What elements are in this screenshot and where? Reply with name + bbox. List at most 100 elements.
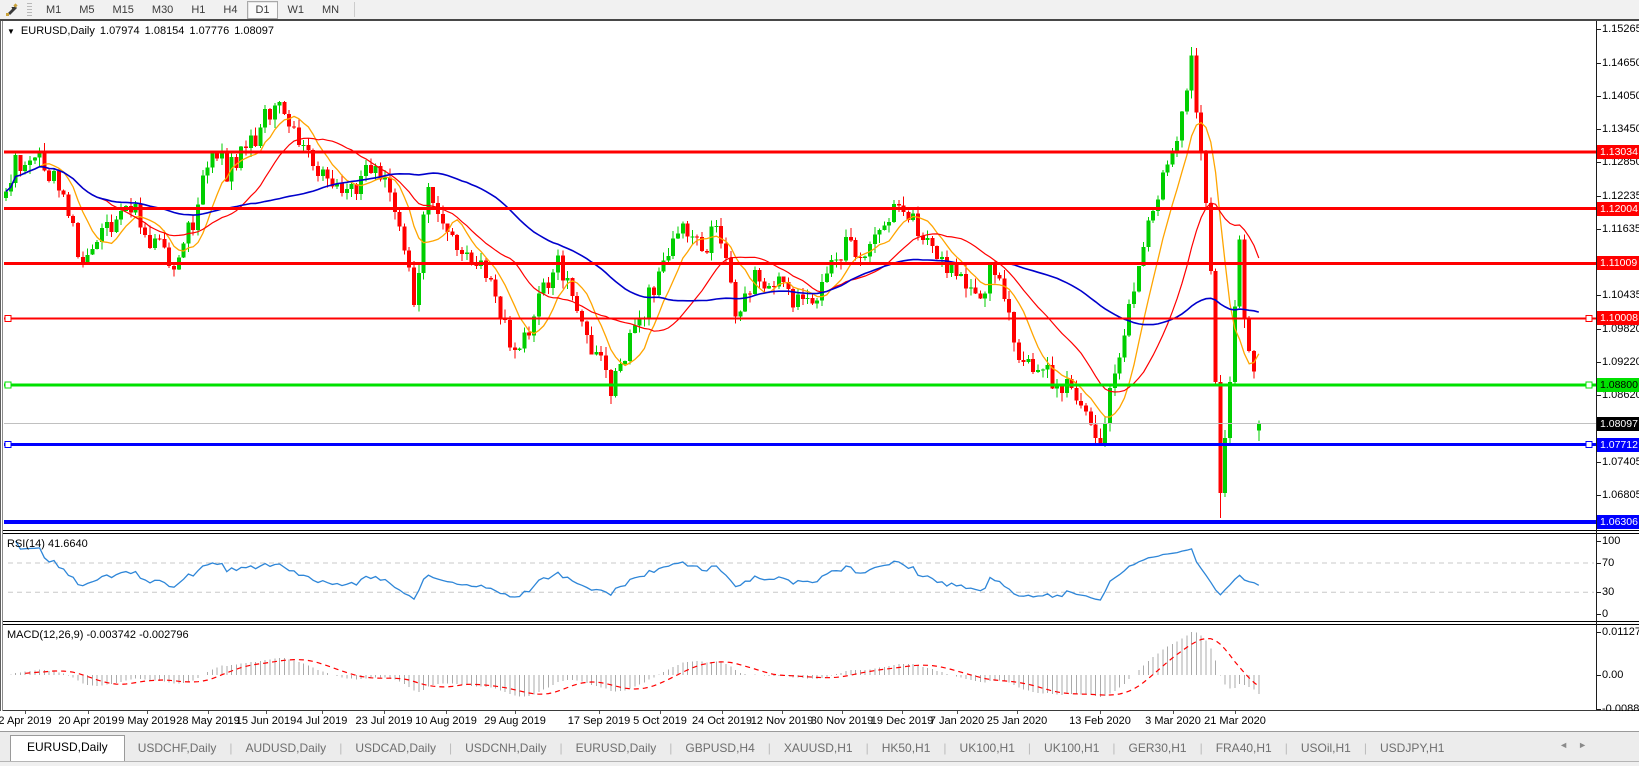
line-handle[interactable]	[5, 382, 11, 388]
candle-body	[1209, 203, 1213, 271]
chart-tab-hk50-h1[interactable]: HK50,H1	[869, 736, 944, 761]
chart-tab-usdcnh-daily[interactable]: USDCNH,Daily	[452, 736, 559, 761]
candle-body	[1228, 382, 1232, 438]
candle-body	[1199, 113, 1203, 154]
candle-body	[930, 238, 934, 246]
candle-body	[316, 166, 320, 176]
timeframe-button-d1[interactable]: D1	[247, 1, 277, 19]
collapse-arrow-icon[interactable]: ▼	[7, 27, 15, 36]
timeframe-button-h1[interactable]: H1	[183, 1, 213, 19]
time-axis-label: 19 Dec 2019	[871, 715, 933, 727]
panel-separator-macd[interactable]	[0, 621, 1639, 625]
candle-body	[969, 287, 973, 288]
price-level-badge: 1.13034	[1597, 145, 1639, 159]
price-axis-label: 1.14650	[1602, 57, 1639, 69]
time-axis-label: 4 Jul 2019	[297, 715, 348, 727]
candle-body	[690, 236, 694, 237]
timeframe-button-m1[interactable]: M1	[38, 1, 69, 19]
rsi-axis-tick	[1596, 541, 1601, 542]
timeframe-button-h4[interactable]: H4	[215, 1, 245, 19]
candle-body	[772, 286, 776, 287]
timeframe-button-m5[interactable]: M5	[71, 1, 102, 19]
candle-body	[940, 257, 944, 259]
macd-signal-line	[25, 639, 1259, 696]
timeframe-button-w1[interactable]: W1	[280, 1, 313, 19]
chart-tab-xauusd-h1[interactable]: XAUUSD,H1	[771, 736, 866, 761]
line-handle[interactable]	[1586, 382, 1592, 388]
timeframe-button-m30[interactable]: M30	[144, 1, 181, 19]
candle-body	[926, 238, 930, 240]
timeframe-button-m15[interactable]: M15	[105, 1, 142, 19]
line-handle[interactable]	[5, 442, 11, 448]
candle-body	[954, 265, 958, 276]
tab-scroll-arrows: ◄►	[1559, 740, 1597, 750]
time-axis[interactable]: 2 Apr 201920 Apr 20199 May 201928 May 20…	[0, 711, 1639, 731]
candle-body	[1079, 401, 1083, 406]
chart-title: ▼EURUSD,Daily1.079741.081541.077761.0809…	[7, 25, 274, 37]
candle-body	[412, 267, 416, 305]
price-axis-label: 1.11635	[1602, 223, 1639, 235]
price-axis-tick	[1596, 96, 1601, 97]
candle-body	[206, 168, 210, 176]
chart-tab-uk100-h1[interactable]: UK100,H1	[1031, 736, 1112, 761]
price-axis-tick	[1596, 295, 1601, 296]
candle-body	[782, 276, 786, 282]
chart-tab-usdjpy-h1[interactable]: USDJPY,H1	[1367, 736, 1457, 761]
candle-body	[326, 170, 330, 179]
line-handle[interactable]	[5, 315, 11, 321]
candle-body	[508, 320, 512, 348]
rsi-line	[16, 541, 1259, 600]
candle-body	[710, 227, 714, 253]
tab-scroll-left-icon[interactable]: ◄	[1559, 740, 1578, 750]
candle-body	[887, 222, 891, 225]
chart-tab-usdcad-daily[interactable]: USDCAD,Daily	[342, 736, 449, 761]
chart-tab-uk100-h1[interactable]: UK100,H1	[947, 736, 1028, 761]
candle-body	[114, 219, 118, 232]
candle-body	[513, 348, 517, 350]
price-axis-tick	[1596, 29, 1601, 30]
candle-wick	[1023, 351, 1024, 366]
panel-separator-rsi[interactable]	[0, 530, 1639, 534]
candle-body	[1118, 358, 1122, 374]
macd-indicator-canvas[interactable]	[2, 625, 1596, 710]
candle-body	[628, 333, 632, 361]
time-axis-label: 20 Apr 2019	[58, 715, 117, 727]
chart-tab-fra40-h1[interactable]: FRA40,H1	[1203, 736, 1285, 761]
candle-body	[95, 242, 99, 249]
draw-tool-button[interactable]: ▼	[0, 6, 21, 13]
candle-body	[1214, 271, 1218, 382]
candle-body	[993, 264, 997, 275]
chart-tab-eurusd-daily[interactable]: EURUSD,Daily	[10, 735, 125, 762]
candle-body	[758, 270, 762, 282]
candle-body	[978, 294, 982, 299]
line-handle[interactable]	[1586, 315, 1592, 321]
chart-tab-ger30-h1[interactable]: GER30,H1	[1116, 736, 1200, 761]
timeframe-button-mn[interactable]: MN	[314, 1, 347, 19]
macd-axis-tick	[1596, 675, 1601, 676]
toolbar-grip[interactable]	[27, 3, 32, 17]
candle-body	[1146, 221, 1150, 247]
candle-body	[580, 311, 584, 321]
candle-body	[119, 211, 123, 220]
chart-tab-gbpusd-h4[interactable]: GBPUSD,H4	[672, 736, 767, 761]
price-axis-label: 1.09220	[1602, 356, 1639, 368]
price-axis-tick	[1596, 329, 1601, 330]
price-axis-tick	[1596, 196, 1601, 197]
price-chart-canvas[interactable]	[2, 21, 1596, 530]
line-handle[interactable]	[1586, 442, 1592, 448]
price-axis-tick	[1596, 495, 1601, 496]
chart-tab-audusd-daily[interactable]: AUDUSD,Daily	[233, 736, 340, 761]
tab-scroll-right-icon[interactable]: ►	[1578, 740, 1597, 750]
chart-tab-usdchf-daily[interactable]: USDCHF,Daily	[125, 736, 230, 761]
candle-body	[748, 294, 752, 295]
candle-body	[364, 165, 368, 176]
chart-tab-usoil-h1[interactable]: USOil,H1	[1288, 736, 1364, 761]
time-axis-label: 12 Nov 2019	[751, 715, 813, 727]
rsi-indicator-canvas[interactable]	[2, 534, 1596, 621]
candle-body	[566, 278, 570, 281]
chart-tab-eurusd-daily[interactable]: EURUSD,Daily	[563, 736, 670, 761]
candle-body	[974, 287, 978, 293]
price-axis-label: 1.15265	[1602, 23, 1639, 35]
candle-body	[638, 319, 642, 325]
timeframe-toolbar: ▼ M1M5M15M30H1H4D1W1MN	[0, 0, 1639, 19]
